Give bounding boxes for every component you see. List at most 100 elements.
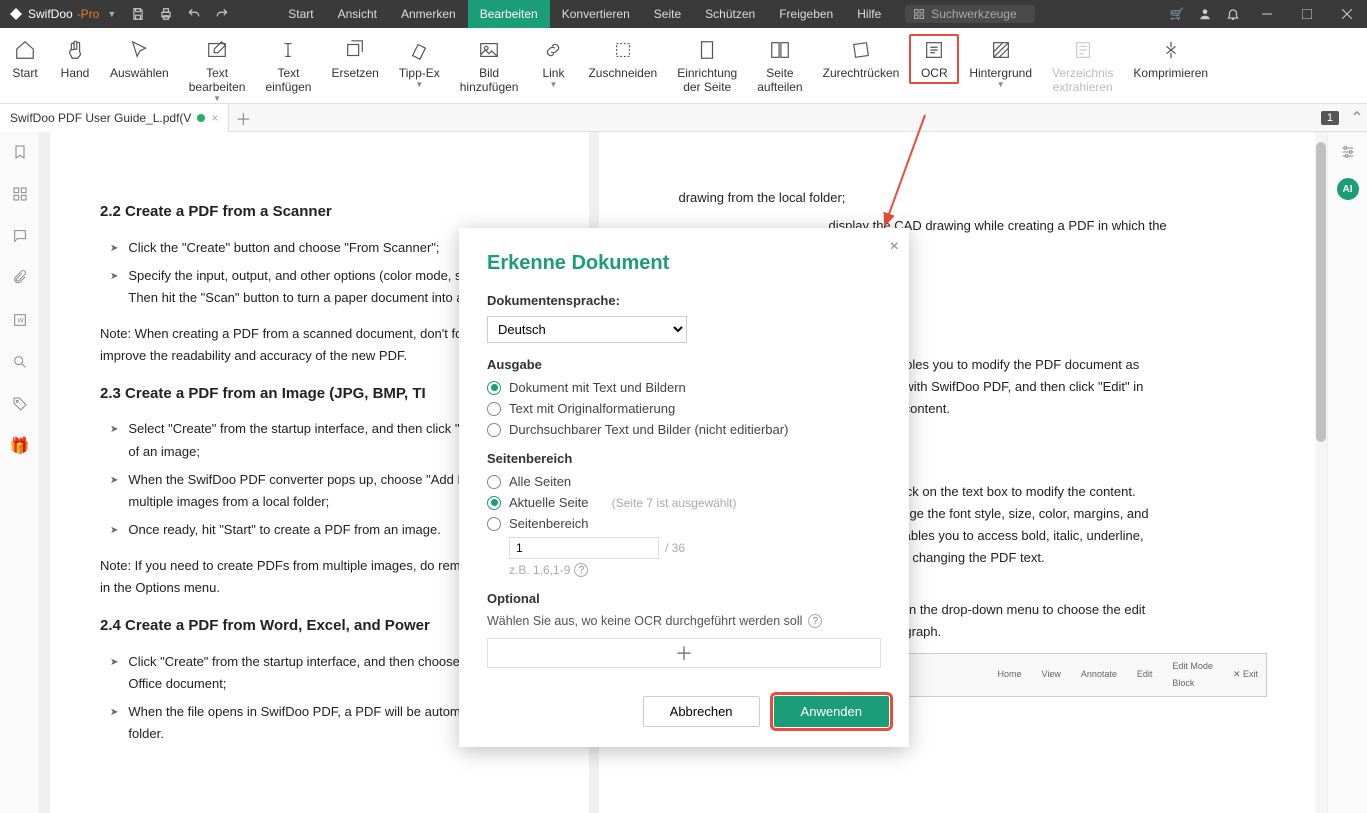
range-all-pages[interactable]: Alle Seiten [487, 474, 881, 489]
save-icon[interactable] [124, 0, 152, 28]
dialog-close-icon[interactable]: × [890, 238, 899, 256]
menu-freigeben[interactable]: Freigeben [767, 0, 845, 28]
menu-ansicht[interactable]: Ansicht [326, 0, 389, 28]
menu-seite[interactable]: Seite [642, 0, 693, 28]
word-icon[interactable]: W [8, 308, 32, 332]
undo-icon[interactable] [180, 0, 208, 28]
tool-hand[interactable]: Hand [50, 34, 100, 84]
ocr-dialog: × Erkenne Dokument Dokumentensprache: De… [459, 228, 909, 747]
output-option-3[interactable]: Durchsuchbarer Text und Bilder (nicht ed… [487, 422, 881, 437]
tool-link[interactable]: Link▼ [528, 34, 578, 93]
document-tab[interactable]: SwifDoo PDF User Guide_L.pdf(V × [0, 104, 229, 132]
cart-icon[interactable]: 🛒 [1163, 0, 1191, 28]
radio-icon[interactable] [487, 402, 501, 416]
radio-icon[interactable] [487, 475, 501, 489]
ai-badge-icon[interactable]: AI [1337, 178, 1359, 200]
tool-text-edit[interactable]: Text bearbeiten▼ [179, 34, 256, 107]
radio-icon[interactable] [487, 496, 501, 510]
scrollbar-thumb[interactable] [1316, 142, 1326, 442]
chevron-up-icon[interactable]: ⌃ [1347, 108, 1367, 128]
brand-name-1: SwifDoo [28, 7, 73, 21]
tool-background[interactable]: Hintergrund▼ [959, 34, 1042, 93]
brand-name-2: -Pro [77, 7, 100, 21]
menu-anmerken[interactable]: Anmerken [389, 0, 468, 28]
vertical-scrollbar[interactable] [1315, 132, 1327, 813]
bell-icon[interactable] [1219, 0, 1247, 28]
svg-text:W: W [17, 318, 24, 325]
tool-crop-label: Zuschneiden [588, 66, 657, 80]
tool-split-page[interactable]: Seite aufteilen [747, 34, 812, 98]
output-option-2[interactable]: Text mit Originalformatierung [487, 401, 881, 416]
search-tools-box[interactable]: Suchwerkzeuge [905, 5, 1035, 23]
add-exclusion-button[interactable]: ＋ [487, 638, 881, 668]
page-range-total: / 36 [665, 541, 685, 555]
output-option-1[interactable]: Dokument mit Text und Bildern [487, 380, 881, 395]
bookmark-icon[interactable] [8, 140, 32, 164]
document-tabstrip: SwifDoo PDF User Guide_L.pdf(V × ＋ 1 ⌃ [0, 104, 1367, 132]
redo-icon[interactable] [208, 0, 236, 28]
add-tab-button[interactable]: ＋ [229, 104, 257, 132]
search-placeholder: Suchwerkzeuge [931, 7, 1016, 21]
tool-toc-label: Verzeichnis extrahieren [1052, 66, 1113, 94]
page-indicator: 1 [1321, 111, 1339, 125]
menu-konvertieren[interactable]: Konvertieren [550, 0, 642, 28]
tool-select[interactable]: Auswählen [100, 34, 179, 84]
range-current-page[interactable]: Aktuelle Seite (Seite 7 ist ausgewählt) [487, 495, 881, 510]
language-select[interactable]: Deutsch [487, 316, 687, 343]
tool-ocr[interactable]: OCR [909, 34, 959, 84]
page-range-input[interactable] [509, 537, 659, 559]
tool-toc-extract: Verzeichnis extrahieren [1042, 34, 1123, 98]
right-sidebar: AI [1327, 132, 1367, 813]
radio-icon[interactable] [487, 381, 501, 395]
thumbnails-icon[interactable] [8, 182, 32, 206]
menu-hilfe[interactable]: Hilfe [845, 0, 893, 28]
optional-label: Optional [487, 591, 881, 606]
comment-icon[interactable] [8, 224, 32, 248]
tool-replace[interactable]: Ersetzen [321, 34, 388, 84]
left-sidebar: W 🎁 [0, 132, 40, 813]
tab-close-icon[interactable]: × [211, 111, 218, 125]
tag-icon[interactable] [8, 392, 32, 416]
maximize-icon[interactable] [1287, 0, 1327, 28]
tool-deskew[interactable]: Zurechtrücken [813, 34, 910, 84]
radio-icon[interactable] [487, 517, 501, 531]
menu-bearbeiten[interactable]: Bearbeiten [468, 0, 550, 28]
title-bar: SwifDoo -Pro ▼ Start Ansicht Anmerken Bea… [0, 0, 1367, 28]
close-icon[interactable] [1327, 0, 1367, 28]
cancel-button[interactable]: Abbrechen [643, 696, 760, 727]
tool-ocr-label: OCR [921, 66, 948, 80]
dialog-title: Erkenne Dokument [487, 252, 881, 275]
attachment-icon[interactable] [8, 266, 32, 290]
page-range-example: z.B. 1,6,1-9? [509, 563, 881, 577]
user-icon[interactable] [1191, 0, 1219, 28]
menu-schuetzen[interactable]: Schützen [693, 0, 767, 28]
help-icon[interactable]: ? [808, 614, 822, 628]
tool-hand-label: Hand [61, 66, 90, 80]
tool-start[interactable]: Start [0, 34, 50, 84]
titlebar-right-icons: 🛒 [1163, 0, 1367, 28]
gift-icon[interactable]: 🎁 [8, 434, 32, 458]
tool-select-label: Auswählen [110, 66, 169, 80]
tool-tippex[interactable]: Tipp-Ex▼ [389, 34, 450, 93]
brand-dropdown-icon[interactable]: ▼ [107, 9, 116, 19]
settings-slider-icon[interactable] [1336, 140, 1360, 164]
tool-text-insert[interactable]: Text einfügen [255, 34, 321, 98]
tool-add-image[interactable]: Bild hinzufügen [450, 34, 529, 98]
radio-icon[interactable] [487, 423, 501, 437]
range-custom[interactable]: Seitenbereich [487, 516, 881, 531]
print-icon[interactable] [152, 0, 180, 28]
help-icon[interactable]: ? [574, 563, 588, 577]
output-label: Ausgabe [487, 357, 881, 372]
tool-compress[interactable]: Komprimieren [1123, 34, 1218, 84]
search-icon[interactable] [8, 350, 32, 374]
tool-compress-label: Komprimieren [1133, 66, 1208, 80]
current-page-hint: (Seite 7 ist ausgewählt) [612, 496, 737, 510]
minimize-icon[interactable] [1247, 0, 1287, 28]
tool-page-setup[interactable]: Einrichtung der Seite [667, 34, 747, 98]
menu-start[interactable]: Start [276, 0, 325, 28]
unsaved-dot-icon [197, 114, 205, 122]
tool-crop[interactable]: Zuschneiden [578, 34, 667, 84]
tool-page-setup-label: Einrichtung der Seite [677, 66, 737, 94]
apply-button[interactable]: Anwenden [774, 696, 889, 727]
grid-icon [913, 8, 925, 20]
